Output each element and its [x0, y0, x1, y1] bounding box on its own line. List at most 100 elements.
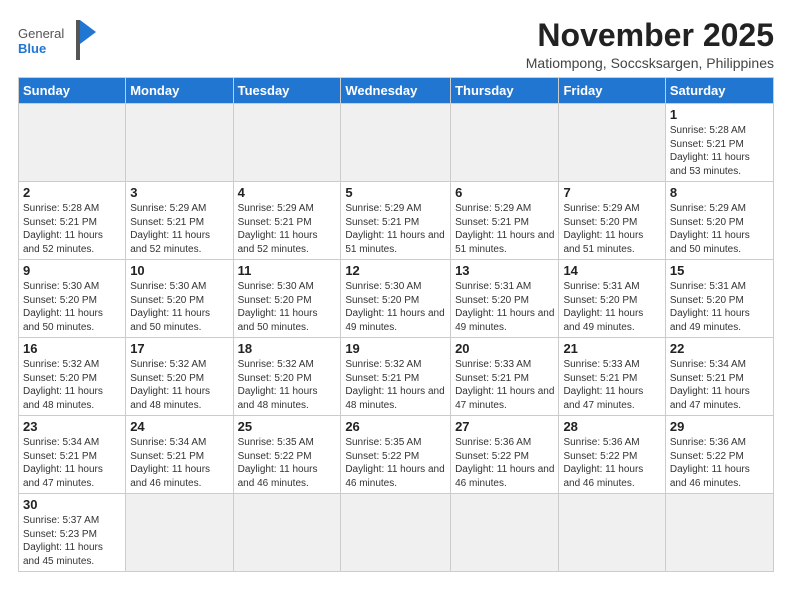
- day-info: Sunrise: 5:32 AM Sunset: 5:20 PM Dayligh…: [238, 358, 337, 412]
- day-number: 13: [455, 263, 554, 278]
- calendar-cell: 21 Sunrise: 5:33 AM Sunset: 5:21 PM Dayli…: [559, 338, 665, 416]
- calendar-cell: 25Sunrise: 5:35 AM Sunset: 5:22 PM Dayli…: [233, 416, 341, 494]
- day-info: Sunrise: 5:36 AM Sunset: 5:22 PM Dayligh…: [455, 436, 554, 490]
- day-number: 25: [238, 419, 337, 434]
- day-info: Sunrise: 5:36 AM Sunset: 5:22 PM Dayligh…: [563, 436, 660, 490]
- day-info: Sunrise: 5:31 AM Sunset: 5:20 PM Dayligh…: [563, 280, 660, 334]
- calendar: SundayMondayTuesdayWednesdayThursdayFrid…: [18, 77, 774, 572]
- header: General Blue November 2025 Matiompong, S…: [18, 18, 774, 71]
- day-number: 28: [563, 419, 660, 434]
- calendar-cell: 16 Sunrise: 5:32 AM Sunset: 5:20 PM Dayli…: [19, 338, 126, 416]
- weekday-header-monday: Monday: [126, 78, 233, 104]
- day-info: Sunrise: 5:30 AM Sunset: 5:20 PM Dayligh…: [238, 280, 337, 334]
- weekday-header-thursday: Thursday: [451, 78, 559, 104]
- weekday-header-friday: Friday: [559, 78, 665, 104]
- day-number: 19: [345, 341, 446, 356]
- calendar-cell: 9 Sunrise: 5:30 AM Sunset: 5:20 PM Daylig…: [19, 260, 126, 338]
- day-number: 7: [563, 185, 660, 200]
- weekday-header-wednesday: Wednesday: [341, 78, 451, 104]
- calendar-cell: 29 Sunrise: 5:36 AM Sunset: 5:22 PM Dayli…: [665, 416, 773, 494]
- day-number: 9: [23, 263, 121, 278]
- day-number: 29: [670, 419, 769, 434]
- day-info: Sunrise: 5:34 AM Sunset: 5:21 PM Dayligh…: [23, 436, 121, 490]
- day-number: 17: [130, 341, 228, 356]
- calendar-cell: [233, 104, 341, 182]
- calendar-cell: 11 Sunrise: 5:30 AM Sunset: 5:20 PM Dayli…: [233, 260, 341, 338]
- day-number: 15: [670, 263, 769, 278]
- title-block: November 2025 Matiompong, Soccsksargen, …: [526, 18, 774, 71]
- calendar-cell: [19, 104, 126, 182]
- day-info: Sunrise: 5:32 AM Sunset: 5:20 PM Dayligh…: [23, 358, 121, 412]
- day-info: Sunrise: 5:29 AM Sunset: 5:20 PM Dayligh…: [563, 202, 660, 256]
- day-info: Sunrise: 5:31 AM Sunset: 5:20 PM Dayligh…: [670, 280, 769, 334]
- day-number: 2: [23, 185, 121, 200]
- day-number: 4: [238, 185, 337, 200]
- calendar-cell: 7 Sunrise: 5:29 AM Sunset: 5:20 PM Daylig…: [559, 182, 665, 260]
- day-number: 3: [130, 185, 228, 200]
- day-info: Sunrise: 5:32 AM Sunset: 5:20 PM Dayligh…: [130, 358, 228, 412]
- day-number: 1: [670, 107, 769, 122]
- calendar-cell: 23 Sunrise: 5:34 AM Sunset: 5:21 PM Dayli…: [19, 416, 126, 494]
- calendar-cell: [451, 494, 559, 572]
- day-number: 23: [23, 419, 121, 434]
- month-year: November 2025: [526, 18, 774, 53]
- day-info: Sunrise: 5:33 AM Sunset: 5:21 PM Dayligh…: [563, 358, 660, 412]
- calendar-cell: 12 Sunrise: 5:30 AM Sunset: 5:20 PM Dayli…: [341, 260, 451, 338]
- logo: General Blue: [18, 18, 98, 68]
- calendar-cell: 10 Sunrise: 5:30 AM Sunset: 5:20 PM Dayli…: [126, 260, 233, 338]
- day-number: 24: [130, 419, 228, 434]
- calendar-cell: [559, 494, 665, 572]
- calendar-cell: 28 Sunrise: 5:36 AM Sunset: 5:22 PM Dayli…: [559, 416, 665, 494]
- calendar-week-6: 30Sunrise: 5:37 AM Sunset: 5:23 PM Dayli…: [19, 494, 774, 572]
- calendar-cell: 22 Sunrise: 5:34 AM Sunset: 5:21 PM Dayli…: [665, 338, 773, 416]
- day-number: 22: [670, 341, 769, 356]
- calendar-cell: [341, 494, 451, 572]
- day-info: Sunrise: 5:29 AM Sunset: 5:20 PM Dayligh…: [670, 202, 769, 256]
- day-info: Sunrise: 5:28 AM Sunset: 5:21 PM Dayligh…: [23, 202, 121, 256]
- day-number: 10: [130, 263, 228, 278]
- calendar-cell: 3 Sunrise: 5:29 AM Sunset: 5:21 PM Daylig…: [126, 182, 233, 260]
- day-number: 21: [563, 341, 660, 356]
- calendar-cell: 27Sunrise: 5:36 AM Sunset: 5:22 PM Dayli…: [451, 416, 559, 494]
- day-info: Sunrise: 5:29 AM Sunset: 5:21 PM Dayligh…: [130, 202, 228, 256]
- calendar-cell: 4 Sunrise: 5:29 AM Sunset: 5:21 PM Daylig…: [233, 182, 341, 260]
- day-info: Sunrise: 5:29 AM Sunset: 5:21 PM Dayligh…: [345, 202, 446, 256]
- calendar-cell: 20Sunrise: 5:33 AM Sunset: 5:21 PM Dayli…: [451, 338, 559, 416]
- day-info: Sunrise: 5:36 AM Sunset: 5:22 PM Dayligh…: [670, 436, 769, 490]
- day-info: Sunrise: 5:30 AM Sunset: 5:20 PM Dayligh…: [23, 280, 121, 334]
- calendar-cell: 17 Sunrise: 5:32 AM Sunset: 5:20 PM Dayli…: [126, 338, 233, 416]
- day-number: 11: [238, 263, 337, 278]
- calendar-cell: 15 Sunrise: 5:31 AM Sunset: 5:20 PM Dayli…: [665, 260, 773, 338]
- calendar-cell: 18 Sunrise: 5:32 AM Sunset: 5:20 PM Dayli…: [233, 338, 341, 416]
- day-number: 26: [345, 419, 446, 434]
- calendar-cell: 1Sunrise: 5:28 AM Sunset: 5:21 PM Daylig…: [665, 104, 773, 182]
- day-info: Sunrise: 5:29 AM Sunset: 5:21 PM Dayligh…: [238, 202, 337, 256]
- calendar-cell: 30Sunrise: 5:37 AM Sunset: 5:23 PM Dayli…: [19, 494, 126, 572]
- calendar-cell: [559, 104, 665, 182]
- day-number: 5: [345, 185, 446, 200]
- day-info: Sunrise: 5:34 AM Sunset: 5:21 PM Dayligh…: [130, 436, 228, 490]
- day-number: 18: [238, 341, 337, 356]
- calendar-cell: [126, 494, 233, 572]
- day-number: 20: [455, 341, 554, 356]
- calendar-cell: 6Sunrise: 5:29 AM Sunset: 5:21 PM Daylig…: [451, 182, 559, 260]
- weekday-header-saturday: Saturday: [665, 78, 773, 104]
- calendar-cell: 14Sunrise: 5:31 AM Sunset: 5:20 PM Dayli…: [559, 260, 665, 338]
- calendar-cell: [126, 104, 233, 182]
- calendar-cell: [451, 104, 559, 182]
- calendar-cell: 2 Sunrise: 5:28 AM Sunset: 5:21 PM Daylig…: [19, 182, 126, 260]
- calendar-cell: 13Sunrise: 5:31 AM Sunset: 5:20 PM Dayli…: [451, 260, 559, 338]
- day-number: 12: [345, 263, 446, 278]
- day-info: Sunrise: 5:30 AM Sunset: 5:20 PM Dayligh…: [345, 280, 446, 334]
- day-number: 16: [23, 341, 121, 356]
- calendar-week-1: 1Sunrise: 5:28 AM Sunset: 5:21 PM Daylig…: [19, 104, 774, 182]
- day-number: 6: [455, 185, 554, 200]
- day-info: Sunrise: 5:34 AM Sunset: 5:21 PM Dayligh…: [670, 358, 769, 412]
- calendar-week-5: 23 Sunrise: 5:34 AM Sunset: 5:21 PM Dayli…: [19, 416, 774, 494]
- calendar-cell: [665, 494, 773, 572]
- calendar-week-4: 16 Sunrise: 5:32 AM Sunset: 5:20 PM Dayli…: [19, 338, 774, 416]
- generalblue-logo: General Blue: [18, 18, 98, 68]
- calendar-cell: 26Sunrise: 5:35 AM Sunset: 5:22 PM Dayli…: [341, 416, 451, 494]
- calendar-week-2: 2 Sunrise: 5:28 AM Sunset: 5:21 PM Daylig…: [19, 182, 774, 260]
- day-info: Sunrise: 5:30 AM Sunset: 5:20 PM Dayligh…: [130, 280, 228, 334]
